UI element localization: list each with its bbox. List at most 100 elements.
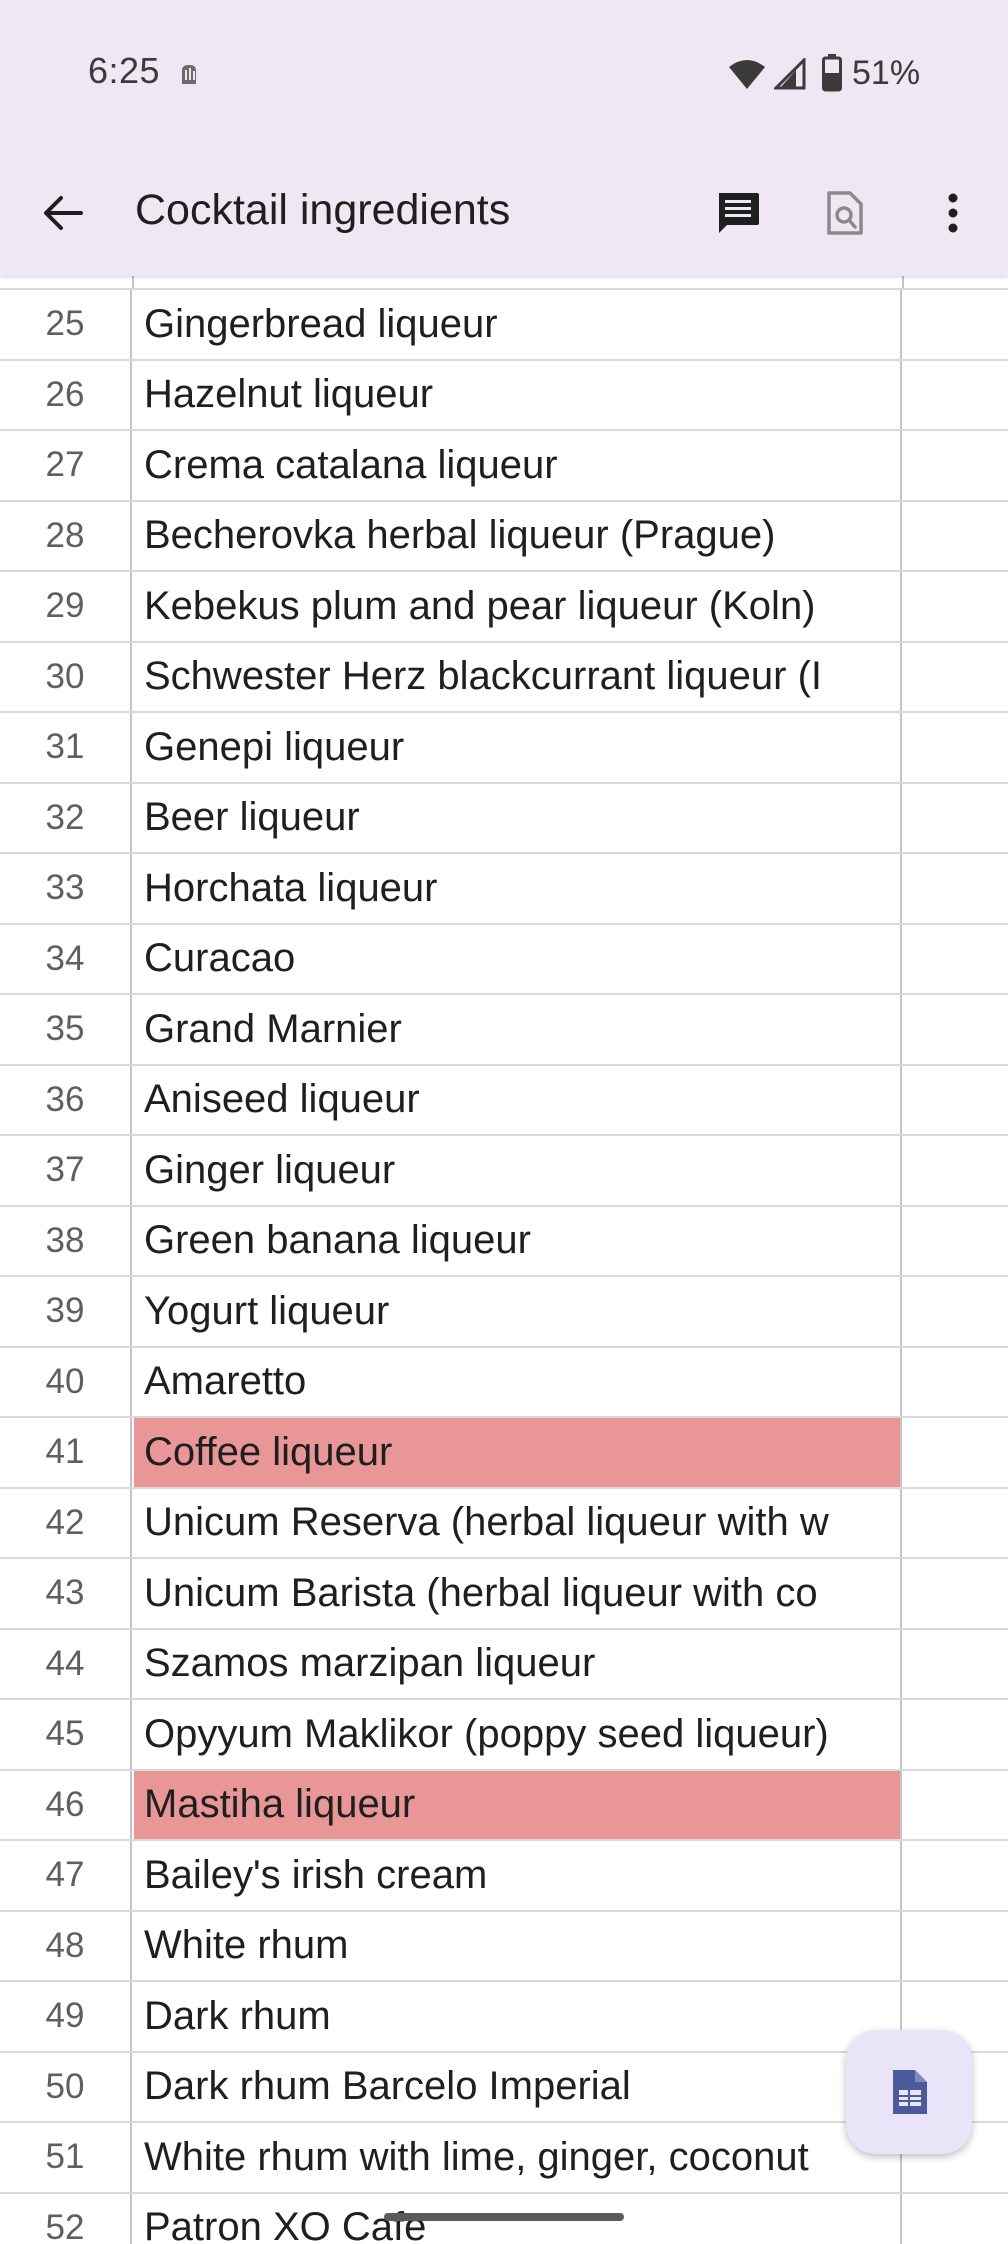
sheets-fab-button[interactable] (846, 2030, 972, 2154)
cell-column-a[interactable]: Horchata liqueur (134, 854, 902, 923)
row-number[interactable]: 38 (0, 1206, 132, 1275)
status-bar: 6:25 51% (0, 0, 1008, 150)
cell-column-b[interactable] (904, 643, 1008, 712)
cell-column-a[interactable]: Genepi liqueur (134, 713, 902, 782)
document-preview-button[interactable] (810, 180, 880, 246)
cell-column-a[interactable]: Beer liqueur (134, 783, 902, 852)
cell-column-a[interactable]: Unicum Reserva (herbal liqueur with w (134, 1488, 902, 1557)
cell-column-a[interactable]: Kebekus plum and pear liqueur (Koln) (134, 572, 902, 641)
row-number[interactable]: 49 (0, 1982, 132, 2051)
cell-column-b[interactable] (904, 1136, 1008, 1205)
cell-column-b[interactable] (904, 713, 1008, 782)
row-number[interactable]: 35 (0, 995, 132, 1064)
row-number[interactable]: 34 (0, 924, 132, 993)
row-number[interactable]: 45 (0, 1700, 132, 1769)
cell-column-b[interactable] (904, 1348, 1008, 1417)
row-number[interactable]: 50 (0, 2052, 132, 2121)
cell-column-b[interactable] (904, 854, 1008, 923)
row-number[interactable]: 42 (0, 1488, 132, 1557)
cell-column-a[interactable]: Hazelnut liqueur (134, 360, 902, 429)
cell-column-a[interactable]: Coffee liqueur (134, 1418, 902, 1487)
cell-column-b[interactable] (904, 1418, 1008, 1487)
arrow-back-icon (44, 196, 83, 230)
cell-column-b[interactable] (904, 784, 1008, 853)
row-number[interactable]: 31 (0, 713, 132, 782)
cell-column-b[interactable] (904, 361, 1008, 430)
more-options-button[interactable] (922, 180, 984, 246)
row-number[interactable]: 52 (0, 2193, 132, 2244)
table-row: 33 Horchata liqueur (0, 854, 1008, 925)
cell-column-a[interactable]: Amaretto (134, 1347, 902, 1416)
cell-column-b[interactable] (904, 502, 1008, 571)
grid-top-edge (0, 276, 1008, 290)
row-number[interactable]: 40 (0, 1347, 132, 1416)
row-number[interactable]: 48 (0, 1911, 132, 1980)
row-number[interactable]: 39 (0, 1277, 132, 1346)
row-number[interactable]: 47 (0, 1841, 132, 1910)
cell-column-b[interactable] (904, 1630, 1008, 1699)
row-number[interactable]: 27 (0, 431, 132, 500)
cell-column-a[interactable]: Bailey's irish cream (134, 1841, 902, 1910)
cell-column-a[interactable]: Dark rhum Barcelo Imperial (134, 2052, 902, 2121)
row-number[interactable]: 36 (0, 1065, 132, 1134)
home-indicator[interactable] (384, 2213, 624, 2221)
row-number[interactable]: 26 (0, 360, 132, 429)
row-number[interactable]: 25 (0, 290, 132, 359)
cell-column-a[interactable]: Curacao (134, 924, 902, 993)
row-number[interactable]: 32 (0, 783, 132, 852)
cell-column-b[interactable] (904, 1771, 1008, 1840)
table-row: 26 Hazelnut liqueur (0, 360, 1008, 431)
table-row: 42 Unicum Reserva (herbal liqueur with w (0, 1488, 1008, 1559)
table-row: 25 Gingerbread liqueur (0, 290, 1008, 361)
cell-column-a[interactable]: Aniseed liqueur (134, 1065, 902, 1134)
cell-column-a[interactable]: Grand Marnier (134, 995, 902, 1064)
row-number[interactable]: 33 (0, 854, 132, 923)
cell-column-b[interactable] (904, 1559, 1008, 1628)
row-number[interactable]: 28 (0, 501, 132, 570)
spreadsheet-grid[interactable]: 25 Gingerbread liqueur 26 Hazelnut liqueur 2… (0, 276, 1008, 2244)
cell-column-b[interactable] (904, 1489, 1008, 1558)
cell-column-b[interactable] (904, 925, 1008, 994)
cell-column-a[interactable]: Green banana liqueur (134, 1206, 902, 1275)
table-row: 44 Szamos marzipan liqueur (0, 1629, 1008, 1700)
cell-column-b[interactable] (904, 572, 1008, 641)
cell-column-a[interactable]: Szamos marzipan liqueur (134, 1629, 902, 1698)
cell-column-b[interactable] (904, 1700, 1008, 1769)
cell-column-a[interactable]: Ginger liqueur (134, 1136, 902, 1205)
cell-column-a[interactable]: Mastiha liqueur (134, 1770, 902, 1839)
cell-column-b[interactable] (904, 1066, 1008, 1135)
battery-percent: 51% (852, 54, 921, 92)
cell-column-b[interactable] (904, 2194, 1008, 2244)
row-number[interactable]: 37 (0, 1136, 132, 1205)
table-row: 43 Unicum Barista (herbal liqueur with co (0, 1559, 1008, 1630)
cell-column-a[interactable]: Dark rhum (134, 1982, 902, 2051)
cell-column-b[interactable] (904, 995, 1008, 1064)
row-number[interactable]: 46 (0, 1770, 132, 1839)
back-button[interactable] (30, 180, 96, 246)
cell-column-b[interactable] (904, 1207, 1008, 1276)
table-row: 29 Kebekus plum and pear liqueur (Koln) (0, 572, 1008, 643)
cell-column-b[interactable] (904, 290, 1008, 359)
cell-column-b[interactable] (904, 1841, 1008, 1910)
cell-column-b[interactable] (904, 431, 1008, 500)
cell-column-a[interactable]: White rhum (134, 1911, 902, 1980)
table-row: 47 Bailey's irish cream (0, 1841, 1008, 1912)
cell-column-a[interactable]: Schwester Herz blackcurrant liqueur (I (134, 642, 902, 711)
cell-column-a[interactable]: Becherovka herbal liqueur (Prague) (134, 501, 902, 570)
cell-column-a[interactable]: Crema catalana liqueur (134, 431, 902, 500)
cell-column-a[interactable]: Unicum Barista (herbal liqueur with co (134, 1559, 902, 1628)
row-number[interactable]: 51 (0, 2123, 132, 2192)
row-number[interactable]: 43 (0, 1559, 132, 1628)
row-number[interactable]: 30 (0, 642, 132, 711)
cell-column-a[interactable]: Yogurt liqueur (134, 1277, 902, 1346)
cell-column-b[interactable] (904, 1912, 1008, 1981)
cell-column-b[interactable] (904, 1277, 1008, 1346)
cell-column-a[interactable]: White rhum with lime, ginger, coconut (134, 2123, 902, 2192)
comments-button[interactable] (700, 180, 776, 246)
comment-icon (719, 193, 759, 233)
cell-column-a[interactable]: Gingerbread liqueur (134, 290, 902, 359)
row-number[interactable]: 44 (0, 1629, 132, 1698)
cell-column-a[interactable]: Opyyum Maklikor (poppy seed liqueur) (134, 1700, 902, 1769)
row-number[interactable]: 41 (0, 1418, 132, 1487)
row-number[interactable]: 29 (0, 572, 132, 641)
